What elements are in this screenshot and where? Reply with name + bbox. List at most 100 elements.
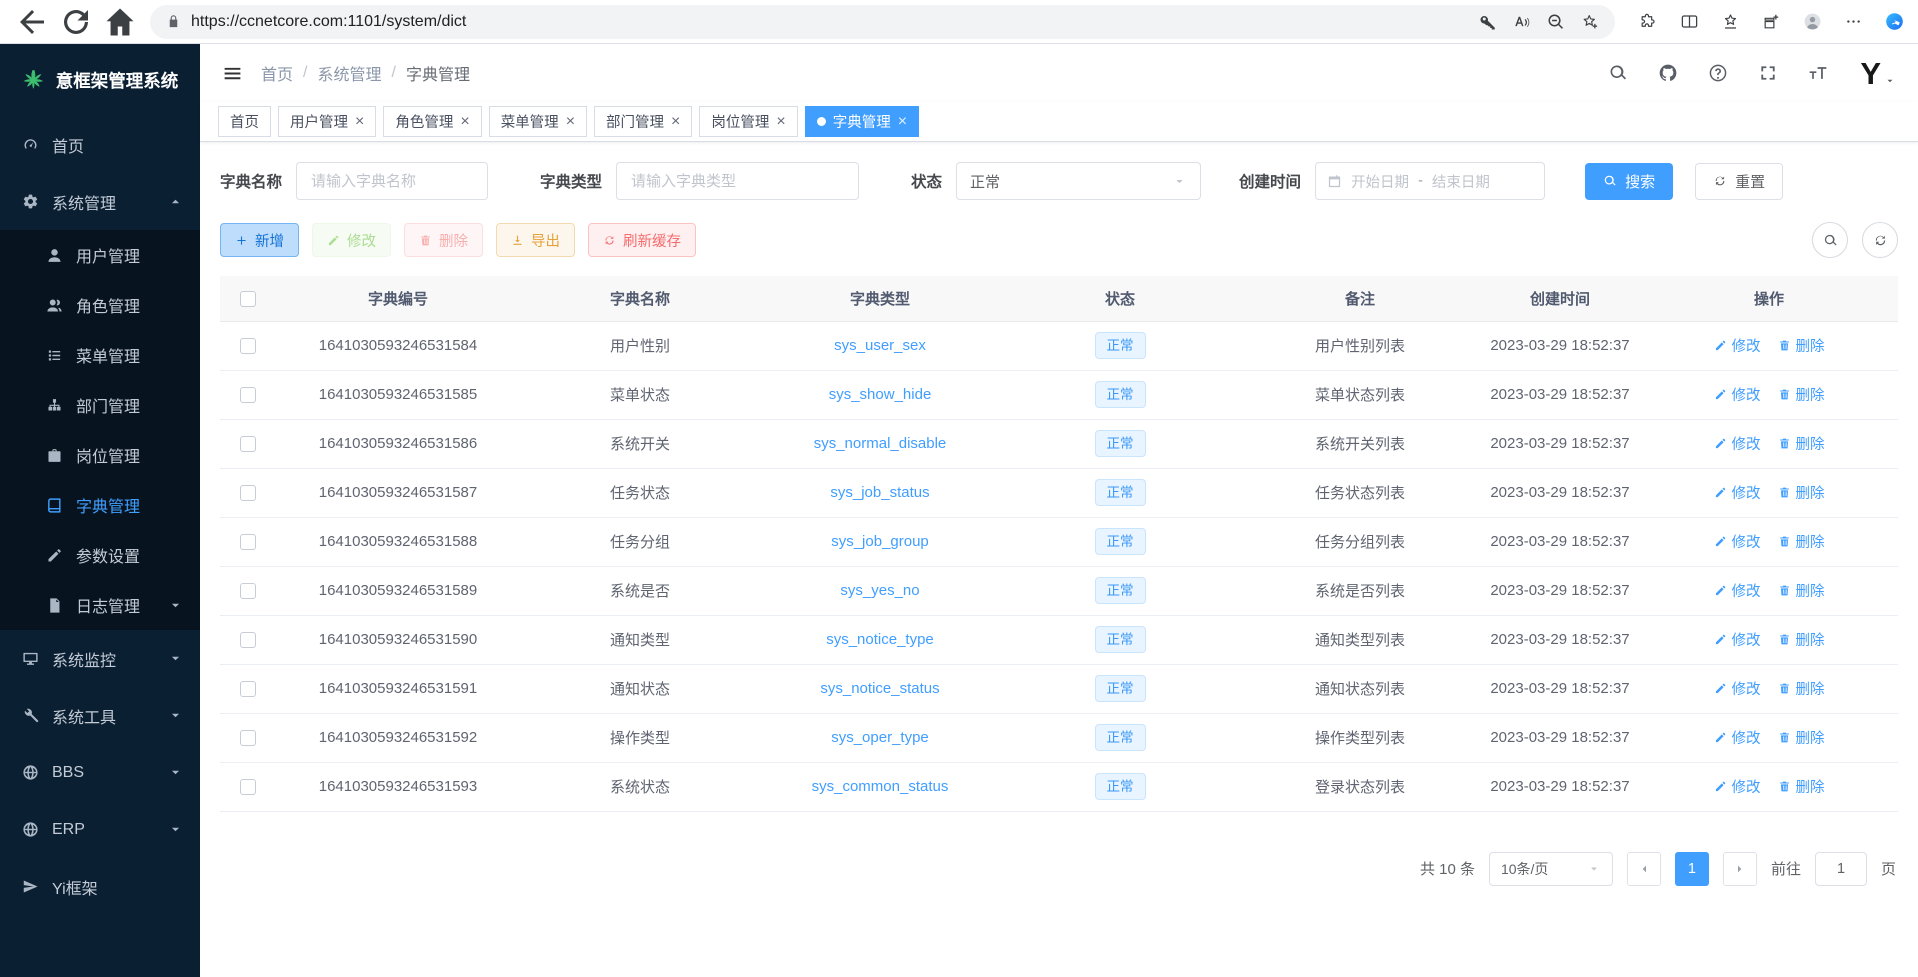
row-checkbox[interactable]: [240, 730, 256, 746]
github-icon[interactable]: [1658, 63, 1678, 83]
row-delete-button[interactable]: 删除: [1778, 776, 1825, 797]
row-edit-button[interactable]: 修改: [1714, 482, 1761, 503]
tab-post-mgmt[interactable]: 岗位管理×: [699, 106, 797, 137]
favorites-icon[interactable]: [1721, 12, 1740, 31]
sidebar-item-dept-mgmt[interactable]: 部门管理: [0, 380, 200, 430]
row-checkbox[interactable]: [240, 485, 256, 501]
dict-type-link[interactable]: sys_notice_type: [826, 631, 934, 648]
dict-type-link[interactable]: sys_show_hide: [829, 386, 932, 403]
dict-type-link[interactable]: sys_normal_disable: [814, 435, 947, 452]
row-checkbox[interactable]: [240, 338, 256, 354]
tab-dict-mgmt[interactable]: 字典管理×: [805, 106, 919, 137]
url-text[interactable]: https://ccnetcore.com:1101/system/dict: [191, 13, 1469, 31]
tab-user-mgmt[interactable]: 用户管理×: [278, 106, 376, 137]
refresh-cache-button[interactable]: 刷新缓存: [588, 223, 696, 257]
row-delete-button[interactable]: 删除: [1778, 629, 1825, 650]
split-screen-icon[interactable]: [1680, 12, 1699, 31]
sidebar-item-param-settings[interactable]: 参数设置: [0, 530, 200, 580]
home-icon[interactable]: [102, 4, 138, 40]
add-favorite-icon[interactable]: [1581, 13, 1599, 31]
dict-type-link[interactable]: sys_notice_status: [820, 680, 939, 697]
sidebar-item-bbs[interactable]: BBS: [0, 744, 200, 801]
close-icon[interactable]: ×: [671, 114, 680, 130]
row-delete-button[interactable]: 删除: [1778, 384, 1825, 405]
sidebar-item-system-monitor[interactable]: 系统监控: [0, 630, 200, 687]
row-delete-button[interactable]: 删除: [1778, 678, 1825, 699]
sidebar-item-menu-mgmt[interactable]: 菜单管理: [0, 330, 200, 380]
page-number-button[interactable]: 1: [1675, 852, 1709, 886]
user-logo[interactable]: Y: [1860, 58, 1896, 89]
sidebar-item-role-mgmt[interactable]: 角色管理: [0, 280, 200, 330]
fullscreen-icon[interactable]: [1758, 63, 1778, 83]
app-logo[interactable]: 意框架管理系统: [0, 44, 200, 116]
search-button[interactable]: 搜索: [1585, 163, 1673, 200]
tab-role-mgmt[interactable]: 角色管理×: [383, 106, 481, 137]
row-edit-button[interactable]: 修改: [1714, 433, 1761, 454]
sidebar-item-post-mgmt[interactable]: 岗位管理: [0, 430, 200, 480]
breadcrumb-item[interactable]: 字典管理: [406, 61, 470, 85]
delete-button[interactable]: 删除: [404, 223, 483, 257]
bing-icon[interactable]: [1885, 12, 1904, 31]
row-checkbox[interactable]: [240, 779, 256, 795]
close-icon[interactable]: ×: [566, 114, 575, 130]
row-edit-button[interactable]: 修改: [1714, 531, 1761, 552]
row-edit-button[interactable]: 修改: [1714, 335, 1761, 356]
row-edit-button[interactable]: 修改: [1714, 776, 1761, 797]
sidebar-item-yi-framework[interactable]: Yi框架: [0, 858, 200, 915]
sidebar-item-system-mgmt[interactable]: 系统管理: [0, 173, 200, 230]
more-icon[interactable]: [1844, 12, 1863, 31]
row-delete-button[interactable]: 删除: [1778, 531, 1825, 552]
prev-page-button[interactable]: [1627, 852, 1661, 886]
row-checkbox[interactable]: [240, 583, 256, 599]
back-icon[interactable]: [14, 4, 50, 40]
search-icon[interactable]: [1608, 63, 1628, 83]
dict-type-link[interactable]: sys_user_sex: [834, 337, 926, 354]
toggle-search-button[interactable]: [1812, 222, 1848, 258]
sidebar-item-dict-mgmt[interactable]: 字典管理: [0, 480, 200, 530]
dict-name-input[interactable]: [296, 162, 488, 200]
tab-home[interactable]: 首页: [218, 106, 271, 137]
sidebar-item-log-mgmt[interactable]: 日志管理: [0, 580, 200, 630]
font-size-icon[interactable]: [1808, 63, 1828, 83]
row-delete-button[interactable]: 删除: [1778, 335, 1825, 356]
row-checkbox[interactable]: [240, 681, 256, 697]
tab-menu-mgmt[interactable]: 菜单管理×: [489, 106, 587, 137]
row-edit-button[interactable]: 修改: [1714, 384, 1761, 405]
goto-page-input[interactable]: [1815, 852, 1867, 886]
breadcrumb-item[interactable]: 系统管理: [317, 61, 381, 85]
reload-icon[interactable]: [58, 4, 94, 40]
select-all-checkbox[interactable]: [240, 291, 256, 307]
end-date-field[interactable]: 结束日期: [1432, 171, 1490, 192]
row-edit-button[interactable]: 修改: [1714, 580, 1761, 601]
read-aloud-icon[interactable]: [1513, 13, 1531, 31]
row-checkbox[interactable]: [240, 632, 256, 648]
address-bar[interactable]: https://ccnetcore.com:1101/system/dict: [150, 5, 1615, 39]
reset-button[interactable]: 重置: [1695, 163, 1783, 200]
edit-button[interactable]: 修改: [312, 223, 391, 257]
close-icon[interactable]: ×: [460, 114, 469, 130]
breadcrumb-item[interactable]: 首页: [261, 61, 293, 85]
row-checkbox[interactable]: [240, 436, 256, 452]
key-icon[interactable]: [1479, 13, 1497, 31]
row-checkbox[interactable]: [240, 534, 256, 550]
dict-type-link[interactable]: sys_job_status: [830, 484, 929, 501]
tab-dept-mgmt[interactable]: 部门管理×: [594, 106, 692, 137]
dict-type-link[interactable]: sys_yes_no: [840, 582, 919, 599]
refresh-table-button[interactable]: [1862, 222, 1898, 258]
close-icon[interactable]: ×: [898, 114, 907, 130]
add-button[interactable]: 新增: [220, 223, 299, 257]
row-delete-button[interactable]: 删除: [1778, 433, 1825, 454]
page-size-select[interactable]: 10条/页: [1489, 852, 1613, 886]
help-icon[interactable]: [1708, 63, 1728, 83]
close-icon[interactable]: ×: [776, 114, 785, 130]
row-delete-button[interactable]: 删除: [1778, 580, 1825, 601]
profile-avatar[interactable]: [1803, 12, 1822, 31]
row-delete-button[interactable]: 删除: [1778, 727, 1825, 748]
dict-type-link[interactable]: sys_common_status: [812, 778, 949, 795]
row-edit-button[interactable]: 修改: [1714, 727, 1761, 748]
status-select[interactable]: 正常: [956, 162, 1201, 200]
close-icon[interactable]: ×: [355, 114, 364, 130]
zoom-icon[interactable]: [1547, 13, 1565, 31]
start-date-field[interactable]: 开始日期: [1351, 171, 1409, 192]
row-edit-button[interactable]: 修改: [1714, 678, 1761, 699]
